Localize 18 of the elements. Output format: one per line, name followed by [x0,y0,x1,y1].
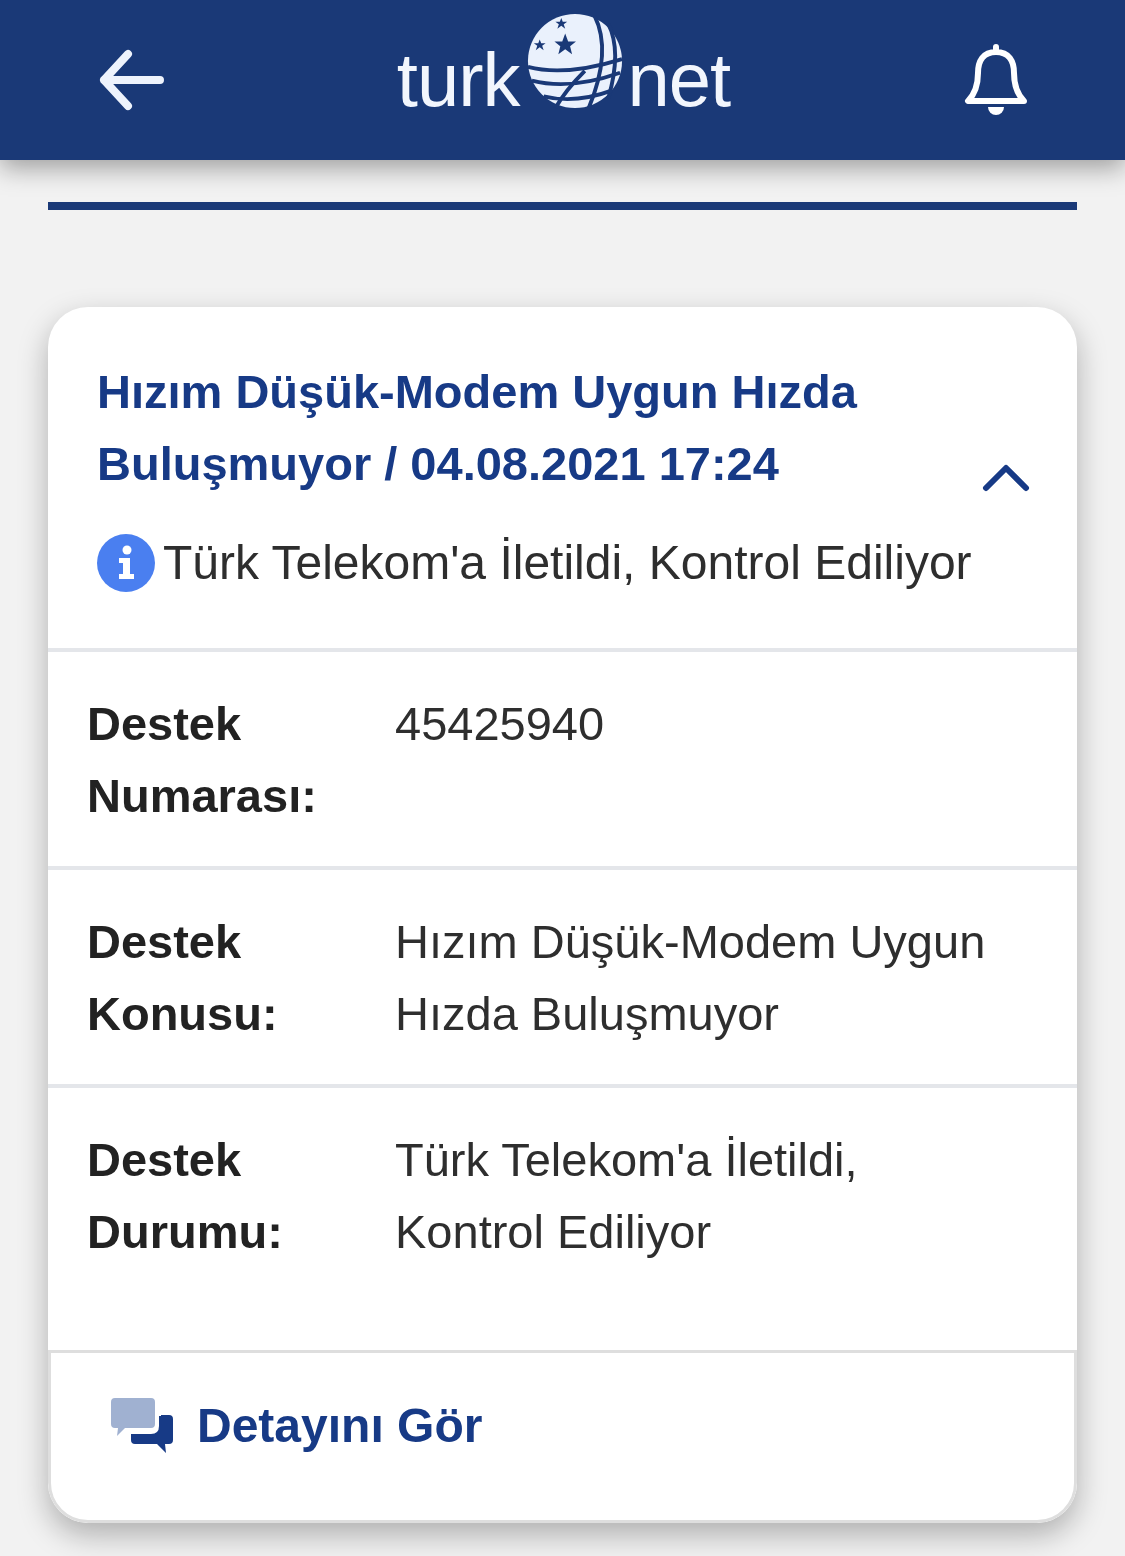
notifications-button[interactable] [963,43,1029,117]
view-details-button[interactable]: Detayını Gör [48,1350,1077,1523]
back-button[interactable] [98,49,164,111]
ticket-title: Hızım Düşük-Modem Uygun Hızda Buluşmuyor / 04.08.2021 17:24 [97,364,859,492]
detail-label: Destek Numarası: [87,696,318,824]
globe-logo-icon [525,12,624,110]
logo-text: net [627,42,731,118]
detail-value: 45425940 [395,696,605,752]
detail-label: Destek Konusu: [87,914,279,1042]
back-arrow-icon [98,49,164,111]
bell-icon [963,43,1029,117]
ticket-status: Türk Telekom'a İletildi, Kontrol Ediliyor [163,535,972,591]
detail-value: Türk Telekom'a İletildi, Kontrol Ediliyor [395,1132,859,1260]
detail-value: Hızım Düşük-Modem Uygun Hızda Buluşmuyor [395,914,987,1042]
logo-text: turk [396,42,520,118]
detail-label: Destek Durumu: [87,1132,284,1260]
info-icon [97,534,155,592]
chat-bubbles-icon [111,1398,173,1454]
